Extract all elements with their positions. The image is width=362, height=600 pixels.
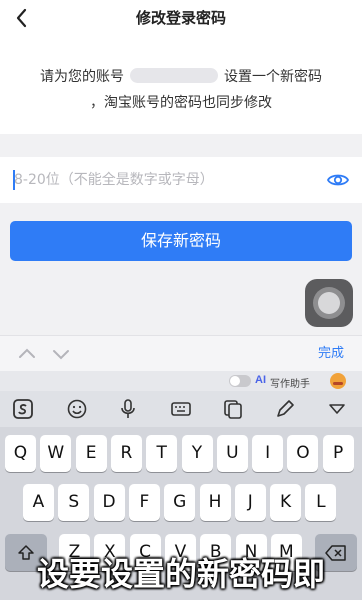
key-a[interactable]: A <box>23 484 54 521</box>
assistive-touch-icon[interactable] <box>305 279 353 327</box>
key-i[interactable]: I <box>252 435 284 472</box>
assistant-label[interactable]: 写作助手 <box>270 375 310 390</box>
key-g[interactable]: G <box>164 484 196 521</box>
key-s[interactable]: S <box>58 484 90 521</box>
key-p[interactable]: P <box>322 435 354 472</box>
sogou-logo-icon[interactable] <box>12 398 34 420</box>
text-cursor <box>13 170 15 190</box>
microphone-icon[interactable] <box>117 398 139 420</box>
key-u[interactable]: U <box>216 435 248 472</box>
emoji-icon[interactable] <box>66 398 88 420</box>
key-f[interactable]: F <box>128 484 160 521</box>
chevron-up-icon[interactable] <box>18 345 36 363</box>
masked-account <box>130 68 218 83</box>
info-text-after: 设置一个新密码 <box>224 69 322 85</box>
password-row <box>0 157 362 203</box>
save-new-password-button[interactable]: 保存新密码 <box>10 221 352 261</box>
collapse-icon[interactable] <box>326 398 348 420</box>
key-w[interactable]: W <box>40 435 72 472</box>
key-e[interactable]: E <box>75 435 107 472</box>
key-t[interactable]: T <box>146 435 178 472</box>
emoji-face-icon[interactable] <box>330 373 346 389</box>
key-h[interactable]: H <box>199 484 231 521</box>
key-j[interactable]: J <box>234 484 266 521</box>
video-caption: 设要设置的新密码即 <box>36 555 325 593</box>
clipboard-icon[interactable] <box>222 398 244 420</box>
info-line-2: ，淘宝账号的密码也同步修改 <box>90 95 272 111</box>
key-k[interactable]: K <box>270 484 302 521</box>
eye-icon[interactable] <box>326 168 350 192</box>
ai-badge: AI <box>255 374 266 386</box>
key-l[interactable]: L <box>305 484 337 521</box>
edit-icon[interactable] <box>274 398 296 420</box>
keyboard-accessory-bar: 完成 <box>0 335 362 371</box>
password-input[interactable] <box>14 157 314 203</box>
done-button[interactable]: 完成 <box>318 336 344 372</box>
key-y[interactable]: Y <box>181 435 213 472</box>
page-title: 修改登录密码 <box>135 9 226 27</box>
key-o[interactable]: O <box>287 435 319 472</box>
assistant-toggle[interactable] <box>229 375 251 387</box>
writing-assistant-bar: AI 写作助手 <box>0 371 362 391</box>
keyboard-icon[interactable] <box>170 398 192 420</box>
keyboard-toolbar <box>0 391 362 427</box>
info-panel: 请为您的账号 设置一个新密码 ，淘宝账号的密码也同步修改 <box>0 36 362 134</box>
key-q[interactable]: Q <box>5 435 36 472</box>
chevron-down-icon[interactable] <box>52 345 70 363</box>
top-bar: 修改登录密码 <box>0 0 362 36</box>
key-r[interactable]: R <box>110 435 142 472</box>
info-line-1: 请为您的账号 设置一个新密码 <box>0 66 362 86</box>
key-d[interactable]: D <box>93 484 125 521</box>
info-text-before: 请为您的账号 <box>40 69 124 85</box>
